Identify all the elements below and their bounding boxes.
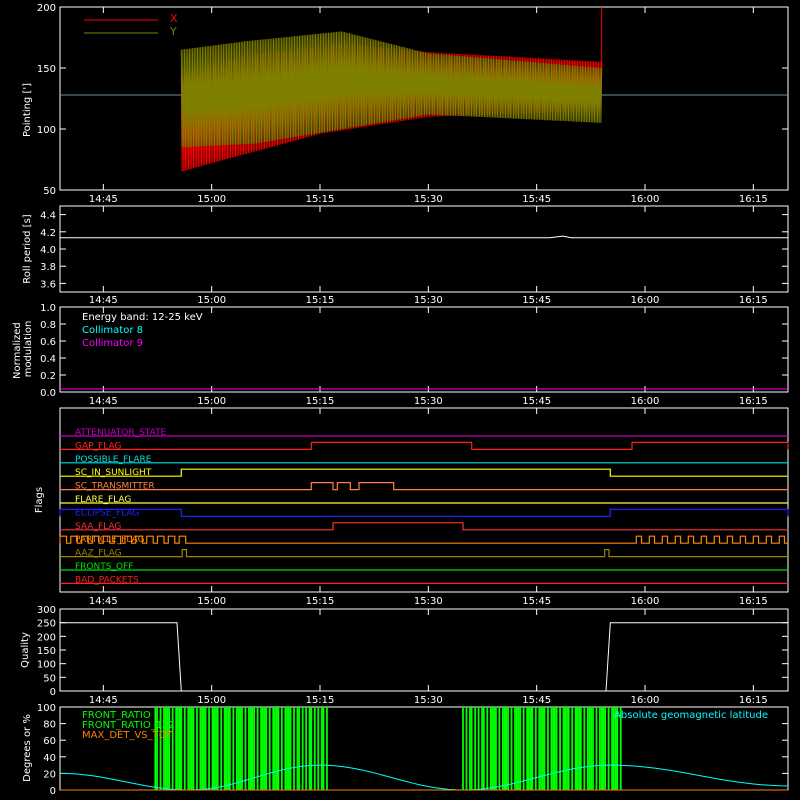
x-tick-label: 15:45 [522,695,551,706]
y-tick-label: 50 [43,673,56,684]
x-tick-label: 15:30 [414,695,443,706]
flags-ylabel: Flags [34,487,45,513]
x-tick-label: 15:30 [414,596,443,607]
x-tick-label: 14:45 [89,295,118,306]
energy-band-label: Energy band: 12-25 keV [82,312,203,323]
y-tick-label: 100 [37,703,56,714]
y-tick-label: 0.8 [40,320,56,331]
y-tick-label: 40 [43,753,56,764]
y-tick-label: 0.6 [40,337,56,348]
geomag-label: Absolute geomagnetic latitude [614,710,768,721]
modulation-ylabel-line1: Normalized [12,322,23,379]
y-tick-label: 4.0 [40,245,56,256]
y-tick-label: 50 [43,186,56,197]
x-tick-label: 15:00 [197,295,226,306]
y-tick-label: 80 [43,720,56,731]
x-tick-label: 16:00 [631,194,660,205]
y-tick-label: 100 [37,660,56,671]
modulation-ylabel: Normalized modulation [12,319,34,379]
x-tick-label: 15:30 [414,194,443,205]
y-tick-label: 0.4 [40,354,56,365]
legend-x-label: X [170,12,178,25]
max-det-label: MAX_DET_VS_TOT [82,730,174,741]
quality-line [60,622,788,692]
y-tick-label: 3.6 [40,279,56,290]
quicklook-plot: Pointing ['] 50100150200 14:45 15:00 15:15… [12,3,789,797]
x-tick-label: 16:00 [631,695,660,706]
flag-line [60,522,788,531]
y-tick-label: 4.4 [40,211,56,222]
x-tick-label: 16:00 [631,596,660,607]
y-tick-label: 20 [43,769,56,780]
flag-line [60,482,788,491]
roll-period-line [60,235,788,239]
x-tick-label: 14:45 [89,695,118,706]
quality-frame [59,608,789,692]
collimator9-label: Collimator 9 [82,338,143,349]
x-tick-label: 16:00 [631,396,660,407]
y-tick-label: 250 [37,619,56,630]
x-tick-label: 16:15 [739,396,768,407]
x-tick-label: 15:15 [306,596,335,607]
x-tick-label: 14:45 [89,596,118,607]
pointing-ylabel: Pointing ['] [22,83,33,137]
x-tick-label: 14:45 [89,396,118,407]
x-tick-label: 15:15 [306,695,335,706]
x-tick-label: 16:15 [739,194,768,205]
y-tick-label: 0.2 [40,371,56,382]
x-tick-label: 15:45 [522,396,551,407]
x-tick-label: 14:45 [89,194,118,205]
y-tick-label: 100 [37,125,56,136]
y-tick-label: 150 [37,646,56,657]
modulation-ylabel-line2: modulation [23,321,34,378]
x-tick-label: 16:15 [739,596,768,607]
y-tick-label: 0.0 [40,388,56,399]
x-tick-label: 15:45 [522,596,551,607]
x-tick-label: 15:45 [522,295,551,306]
x-tick-label: 16:15 [739,695,768,706]
y-tick-label: 200 [37,3,56,14]
y-tick-label: 60 [43,736,56,747]
roll-period-panel: Roll period [s] 3.6 3.8 4.0 4.2 4.4 14:45 15:… [22,205,789,306]
x-tick-label: 16:15 [739,295,768,306]
flags-panel: Flags 14:45 15:00 15:15 15:30 15:45 16:00 16:1… [34,407,789,607]
y-pointing-series [180,31,603,148]
y-tick-label: 0 [50,786,56,797]
x-tick-label: 15:30 [414,396,443,407]
y-tick-label: 150 [37,64,56,75]
quality-ylabel: Quality [20,632,31,668]
x-tick-label: 15:00 [197,396,226,407]
flag-line [59,535,788,544]
legend-y-label: Y [169,25,177,38]
y-tick-label: 3.8 [40,262,56,273]
y-tick-label: 200 [37,632,56,643]
flag-line [60,549,788,558]
quality-panel: Quality 0 50 100 150 200 250 300 14:45 15:00 15:… [20,605,789,706]
roll-period-ylabel: Roll period [s] [22,214,33,283]
degrees-ylabel: Degrees or % [22,714,33,782]
x-tick-label: 16:00 [631,295,660,306]
flag-line [59,508,789,517]
y-tick-label: 0 [50,687,56,698]
degrees-panel: Degrees or % 020406080100 FRONT_RATIO FR… [22,703,789,797]
x-tick-label: 15:00 [197,194,226,205]
flag-line [60,468,788,477]
x-tick-label: 15:30 [414,295,443,306]
y-tick-label: 4.2 [40,228,56,239]
x-tick-label: 15:15 [306,396,335,407]
x-tick-label: 15:00 [197,596,226,607]
x-tick-label: 15:15 [306,194,335,205]
modulation-panel: Normalized modulation 0.0 0.2 0.4 0.6 0.8 1.0… [12,303,789,407]
collimator8-label: Collimator 8 [82,325,143,336]
x-tick-label: 15:45 [522,194,551,205]
flag-line [60,441,789,450]
y-tick-label: 1.0 [40,303,56,314]
roll-period-frame [59,205,789,293]
pointing-panel: Pointing ['] 50 100 150 200 14:45 15:00 15:15… [22,3,789,205]
y-tick-label: 300 [37,605,56,616]
x-tick-label: 15:00 [197,695,226,706]
x-tick-label: 15:15 [306,295,335,306]
